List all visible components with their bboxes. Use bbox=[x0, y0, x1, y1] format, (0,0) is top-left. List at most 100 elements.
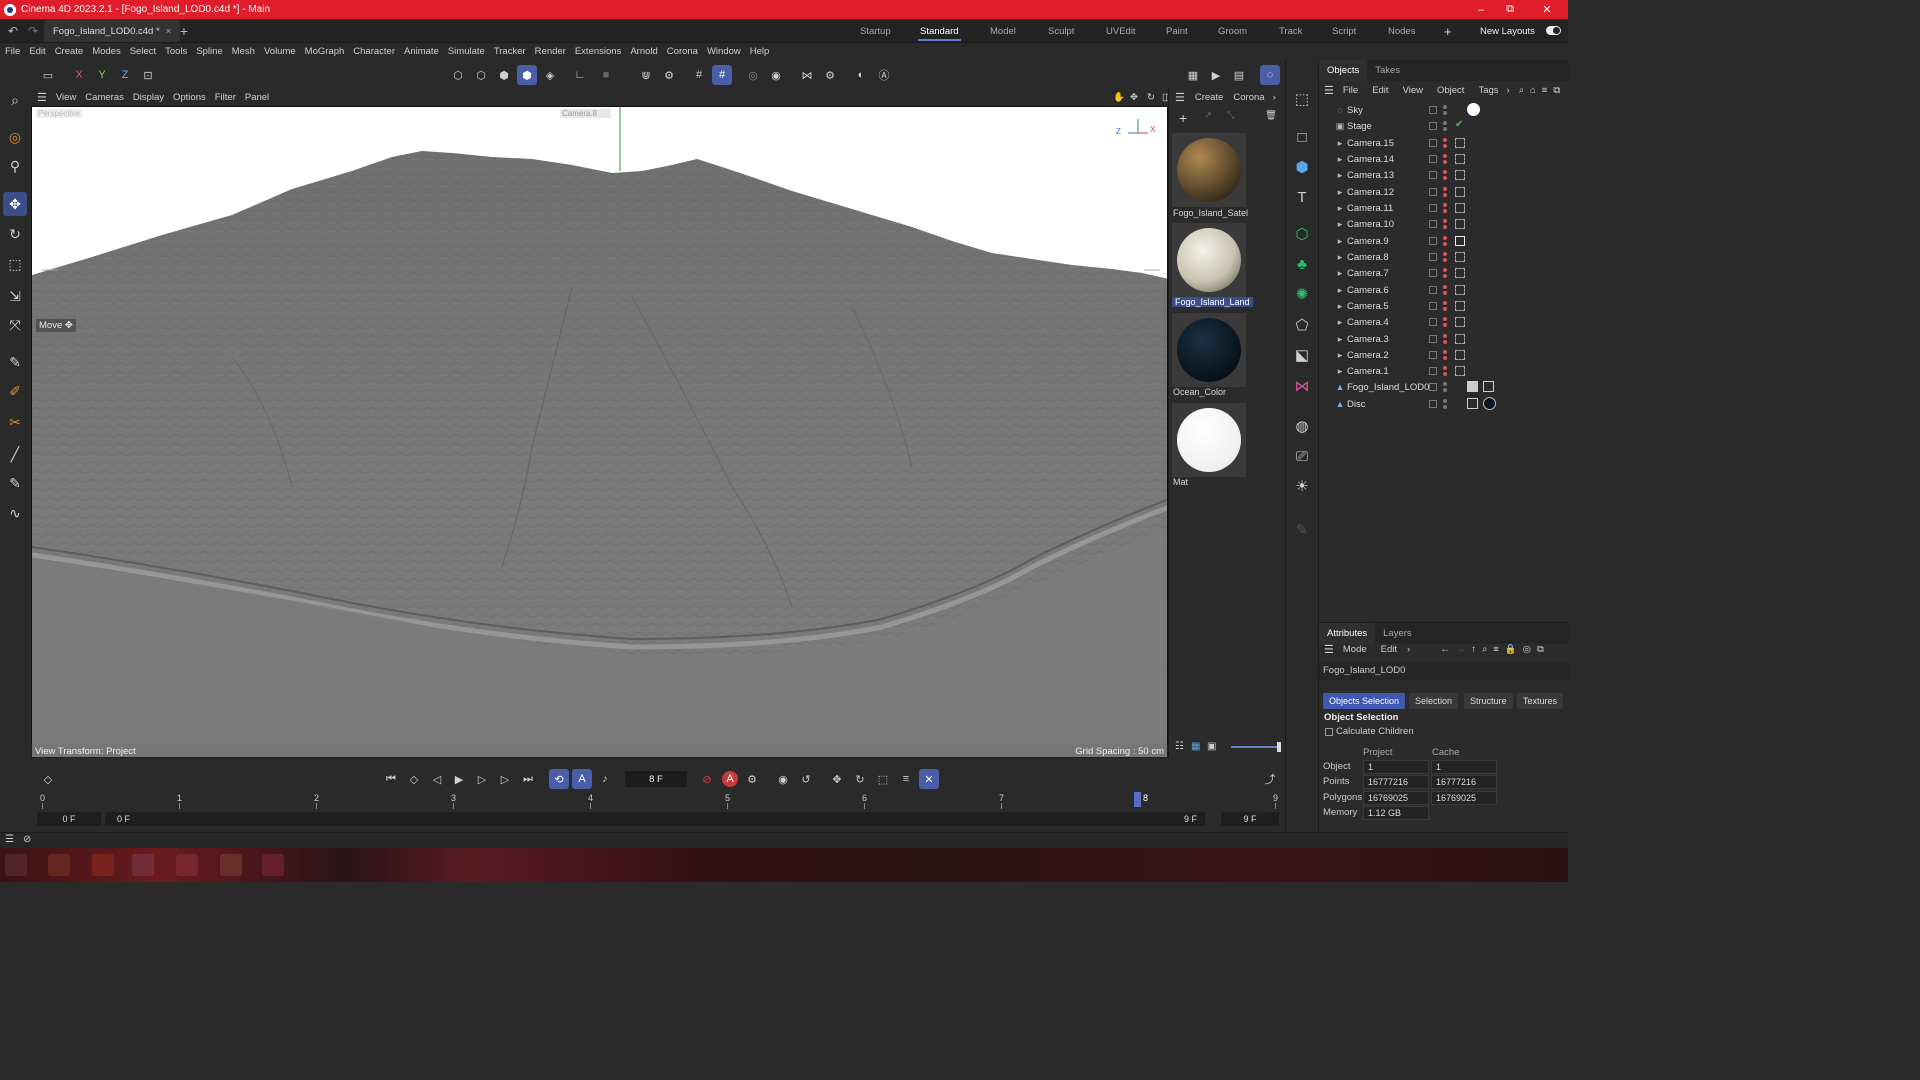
object-row-camera-11[interactable]: ▸ Camera.11 bbox=[1319, 200, 1569, 216]
attribute-filter-icon[interactable]: ≡ bbox=[1493, 644, 1499, 655]
layout-standard[interactable]: Standard bbox=[918, 19, 961, 43]
character-icon[interactable]: ⋈ bbox=[1290, 374, 1314, 398]
calculate-children-checkbox[interactable] bbox=[1325, 728, 1333, 736]
viewport-hamburger-icon[interactable]: ☰ bbox=[37, 91, 47, 104]
object-row-camera-3[interactable]: ▸ Camera.3 bbox=[1319, 331, 1569, 347]
live-selection-icon[interactable]: ⚲ bbox=[3, 154, 27, 178]
visibility-checkbox[interactable] bbox=[1429, 253, 1437, 261]
3d-viewport[interactable]: Perspective Camera.8 Z X Move ✥ bbox=[31, 106, 1168, 758]
object-menu-file[interactable]: File bbox=[1343, 85, 1358, 96]
add-material-icon[interactable]: + bbox=[1179, 110, 1187, 126]
protection-tag-icon[interactable] bbox=[1455, 154, 1465, 164]
object-menu-view[interactable]: View bbox=[1403, 85, 1423, 96]
back-arrow-icon[interactable]: ← bbox=[1440, 644, 1450, 655]
status-hamburger-icon[interactable]: ☰ bbox=[5, 834, 14, 845]
maximize-button[interactable]: ⧉ bbox=[1493, 0, 1527, 19]
start-frame-field[interactable]: 0 F bbox=[37, 812, 101, 826]
enabled-check-icon[interactable]: ✔ bbox=[1455, 119, 1463, 130]
object-menu-more-icon[interactable]: › bbox=[1507, 85, 1510, 96]
preview-range-bar[interactable]: 0 F 9 F bbox=[105, 812, 1205, 826]
parameter-track-icon[interactable]: ≡ bbox=[896, 769, 916, 789]
scale-tool-icon[interactable]: ⬚ bbox=[3, 252, 27, 276]
menu-animate[interactable]: Animate bbox=[399, 46, 443, 57]
position-track-icon[interactable]: ✥ bbox=[827, 769, 847, 789]
visibility-checkbox[interactable] bbox=[1429, 351, 1437, 359]
keyframe-diamond-icon[interactable]: ◇ bbox=[38, 769, 58, 789]
taskbar-app-icon[interactable] bbox=[132, 854, 154, 876]
object-row-camera-1[interactable]: ▸ Camera.1 bbox=[1319, 363, 1569, 379]
visibility-checkbox[interactable] bbox=[1429, 383, 1437, 391]
object-row-sky[interactable]: ◌ Sky bbox=[1319, 102, 1569, 118]
visibility-checkbox[interactable] bbox=[1429, 367, 1437, 375]
object-row-fogo-island-lod0[interactable]: ▲ Fogo_Island_LOD0 bbox=[1319, 379, 1569, 395]
visibility-checkbox[interactable] bbox=[1429, 220, 1437, 228]
protection-tag-icon[interactable] bbox=[1455, 268, 1465, 278]
environment-icon[interactable]: ◍ bbox=[1290, 414, 1314, 438]
spline-pen-icon[interactable]: ✎ bbox=[3, 350, 27, 374]
protection-tag-icon[interactable] bbox=[1455, 203, 1465, 213]
material-fogo-island-satel[interactable] bbox=[1172, 133, 1246, 207]
record-icon[interactable]: ⊘ bbox=[697, 769, 717, 789]
camera-create-icon[interactable]: ⎚ bbox=[1290, 444, 1314, 468]
menu-corona[interactable]: Corona bbox=[662, 46, 702, 57]
y-axis-lock-button[interactable]: Y bbox=[92, 65, 112, 85]
guide-icon[interactable]: ◐ bbox=[851, 65, 871, 85]
render-view-icon[interactable]: ▶ bbox=[1206, 65, 1226, 85]
menu-create[interactable]: Create bbox=[50, 46, 88, 57]
taskbar-app-icon[interactable] bbox=[48, 854, 70, 876]
material-link-icon[interactable]: ↗ bbox=[1204, 110, 1212, 121]
tab-objects-selection[interactable]: Objects Selection bbox=[1323, 693, 1406, 709]
render-to-picture-viewer-icon[interactable]: ▤ bbox=[1229, 65, 1249, 85]
visibility-checkbox[interactable] bbox=[1429, 286, 1437, 294]
object-row-camera-6[interactable]: ▸ Camera.6 bbox=[1319, 282, 1569, 298]
z-axis-lock-button[interactable]: Z bbox=[115, 65, 135, 85]
menu-edit[interactable]: Edit bbox=[24, 46, 49, 57]
phong-tag-icon[interactable] bbox=[1467, 381, 1478, 392]
undo-icon[interactable]: ↶ bbox=[4, 22, 22, 40]
object-row-camera-14[interactable]: ▸ Camera.14 bbox=[1319, 151, 1569, 167]
visibility-checkbox[interactable] bbox=[1429, 335, 1437, 343]
viewport-rotate-icon[interactable]: ↻ bbox=[1147, 92, 1155, 103]
point-level-icon[interactable]: ✕ bbox=[919, 769, 939, 789]
light-create-icon[interactable]: ☀ bbox=[1290, 474, 1314, 498]
sky-material-tag[interactable] bbox=[1467, 103, 1480, 116]
visibility-checkbox[interactable] bbox=[1429, 171, 1437, 179]
object-row-stage[interactable]: ▣ Stage ✔ bbox=[1319, 118, 1569, 134]
layout-script[interactable]: Script bbox=[1332, 19, 1356, 43]
object-popout-icon[interactable]: ⧉ bbox=[1553, 85, 1560, 96]
visibility-checkbox[interactable] bbox=[1429, 400, 1437, 408]
layout-groom[interactable]: Groom bbox=[1218, 19, 1247, 43]
visibility-checkbox[interactable] bbox=[1429, 106, 1437, 114]
tweak-mode-icon[interactable]: ■ bbox=[596, 65, 616, 85]
visibility-checkbox[interactable] bbox=[1429, 139, 1437, 147]
grid-snap-icon[interactable]: # bbox=[689, 65, 709, 85]
large-view-icon[interactable]: ▣ bbox=[1207, 741, 1216, 752]
attribute-menu-mode[interactable]: Mode bbox=[1343, 644, 1367, 655]
points-mode-icon[interactable]: ⬡ bbox=[448, 65, 468, 85]
material-apply-icon[interactable]: ⤡ bbox=[1227, 110, 1235, 121]
taskbar-app-icon[interactable] bbox=[5, 854, 27, 876]
new-document-button[interactable]: + bbox=[175, 22, 193, 40]
attribute-menu-more-icon[interactable]: › bbox=[1407, 644, 1410, 655]
placement-tool-icon[interactable]: ⤧ bbox=[3, 313, 27, 337]
cube-view-icon[interactable]: ⬚ bbox=[1290, 87, 1314, 111]
menu-extensions[interactable]: Extensions bbox=[570, 46, 625, 57]
visibility-checkbox[interactable] bbox=[1429, 318, 1437, 326]
object-row-camera-13[interactable]: ▸ Camera.13 bbox=[1319, 167, 1569, 183]
protection-tag-icon[interactable] bbox=[1455, 252, 1465, 262]
close-window-button[interactable]: ✕ bbox=[1530, 0, 1564, 19]
x-axis-lock-button[interactable]: X bbox=[69, 65, 89, 85]
model-mode-icon[interactable]: ▭ bbox=[38, 65, 58, 85]
paint-tool-icon[interactable]: ✎ bbox=[3, 471, 27, 495]
autokey-icon[interactable]: A bbox=[722, 771, 738, 787]
generator-icon[interactable]: ⬡ bbox=[1290, 222, 1314, 246]
object-row-camera-12[interactable]: ▸ Camera.12 bbox=[1319, 184, 1569, 200]
protection-tag-icon[interactable] bbox=[1455, 334, 1465, 344]
delete-material-icon[interactable]: 🗑 bbox=[1265, 110, 1277, 121]
edges-mode-icon[interactable]: ⬡ bbox=[471, 65, 491, 85]
object-filter-icon[interactable]: ≡ bbox=[1542, 85, 1548, 96]
object-menu-edit[interactable]: Edit bbox=[1372, 85, 1388, 96]
layout-sculpt[interactable]: Sculpt bbox=[1048, 19, 1074, 43]
previous-key-icon[interactable]: ◇ bbox=[404, 769, 424, 789]
viewport-menu-display[interactable]: Display bbox=[133, 92, 164, 103]
